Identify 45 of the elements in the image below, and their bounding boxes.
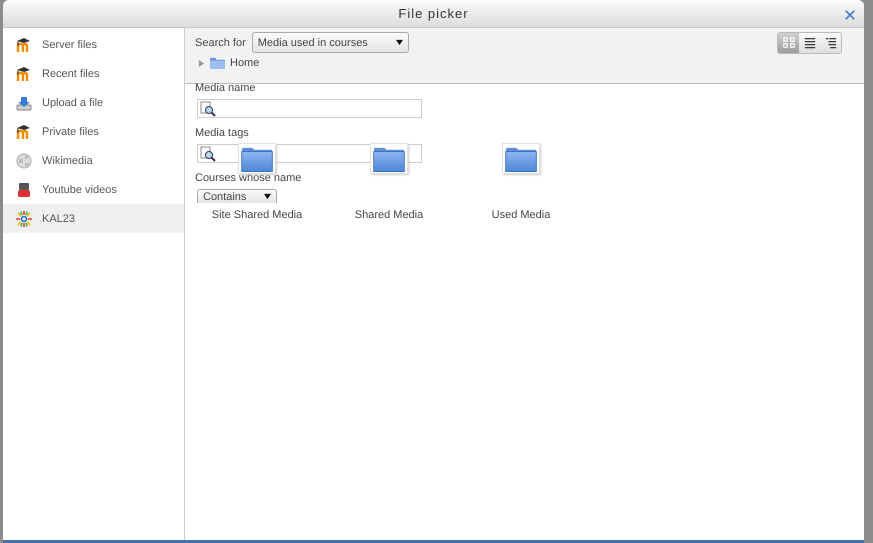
window-title: File picker [398, 6, 469, 21]
sidebar-item[interactable]: Upload a file [3, 88, 184, 117]
expand-icon[interactable] [198, 60, 205, 66]
search-icon [200, 100, 216, 116]
breadcrumb-link[interactable]: Home [230, 57, 260, 69]
search-field[interactable] [197, 99, 422, 118]
upload-tray-icon [16, 94, 32, 110]
caret-icon [396, 39, 403, 46]
sidebar-item[interactable]: Youtube videos [3, 175, 184, 204]
sidebar-item[interactable]: KAL23 [3, 204, 184, 233]
video-icon [16, 182, 32, 198]
list-icon [804, 37, 816, 49]
view-toggle[interactable] [799, 33, 820, 53]
search-dropdown[interactable]: Media used in courses [252, 32, 409, 53]
folder-tile[interactable] [238, 143, 276, 174]
folder-icon [210, 57, 225, 69]
field-label: Media tags [195, 127, 249, 139]
grid-icon [782, 37, 794, 49]
folder-icon [505, 146, 537, 172]
search-icon [200, 146, 216, 162]
search-label: Search for [195, 36, 246, 48]
globe-icon [16, 152, 32, 168]
folder-label[interactable]: Used Media [492, 209, 550, 221]
view-toggle[interactable] [778, 33, 799, 53]
sidebar-item[interactable]: Wikimedia [3, 146, 184, 175]
folder-tile[interactable] [502, 143, 540, 174]
sidebar-item[interactable]: Recent files [3, 59, 184, 88]
match-dropdown[interactable]: Contains [197, 189, 277, 203]
sidebar-item[interactable]: Server files [3, 30, 184, 59]
folder-label[interactable]: Site Shared Media [212, 209, 302, 221]
folder-icon [241, 146, 273, 172]
tree-list-icon [824, 37, 836, 49]
burst-logo-icon [16, 210, 32, 226]
sidebar-item[interactable]: Private files [3, 117, 184, 146]
folder-label[interactable]: Shared Media [354, 209, 424, 221]
hat-logo-icon [16, 66, 32, 82]
hat-logo-icon [16, 36, 32, 52]
field-label: Media name [195, 82, 256, 94]
caret-icon [264, 193, 271, 200]
folder-tile[interactable] [370, 143, 408, 174]
field-label: Courses whose name [195, 172, 302, 184]
close-icon[interactable] [844, 9, 856, 21]
view-toggle[interactable] [820, 33, 841, 53]
hat-logo-icon [16, 124, 32, 140]
folder-icon [373, 146, 405, 172]
